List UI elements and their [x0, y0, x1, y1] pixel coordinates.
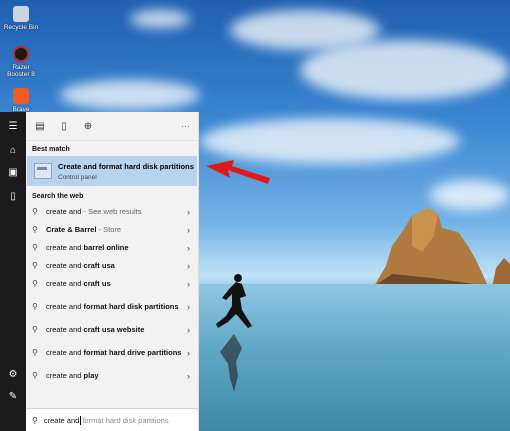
result-prefix: create and — [46, 261, 84, 270]
red-pointer-arrow-icon — [206, 160, 270, 184]
result-completion: format hard disk partitions — [83, 302, 179, 311]
settings-gear-icon[interactable]: ⚙ — [6, 368, 20, 382]
web-result-row[interactable]: ⚲ create and craft usa website › — [26, 321, 198, 339]
recycle-bin-icon — [13, 6, 29, 22]
web-result-row[interactable]: ⚲ Crate & Barrel - Store › — [26, 221, 198, 239]
brave-icon — [13, 88, 29, 104]
best-match-heading: Best match — [32, 146, 70, 153]
search-icon: ⚲ — [32, 279, 38, 288]
cloud — [130, 10, 190, 28]
desktop-icon-razer[interactable]: Razer Booster 8 — [2, 46, 40, 78]
result-prefix: create and — [46, 302, 84, 311]
runner-reflection — [220, 334, 242, 392]
result-prefix: create and — [46, 243, 84, 252]
more-options-button[interactable]: ··· — [181, 121, 190, 131]
result-completion: craft usa website — [83, 325, 145, 334]
search-icon: ⚲ — [32, 415, 38, 425]
result-completion: craft usa — [83, 261, 115, 270]
search-icon: ⚲ — [32, 225, 38, 234]
web-result-row[interactable]: ⚲ create and format hard drive partition… — [26, 339, 198, 367]
result-completion: craft us — [83, 279, 111, 288]
desktop-icon-recycle-bin[interactable]: Recycle Bin — [2, 6, 40, 31]
phone-icon[interactable]: ▯ — [6, 190, 20, 204]
result-prefix: create and — [46, 325, 84, 334]
result-suffix: - Store — [96, 225, 122, 234]
search-icon: ⚲ — [32, 243, 38, 252]
search-panel-toolbar: ▤ ▯ ⊕ ··· — [26, 112, 198, 141]
chevron-right-icon: › — [187, 302, 190, 312]
chevron-right-icon: › — [187, 243, 190, 253]
desktop-icon-label: Razer Booster 8 — [7, 64, 35, 78]
search-icon: ⚲ — [32, 371, 38, 380]
search-icon: ⚲ — [32, 302, 38, 311]
result-prefix: create and — [46, 371, 84, 380]
sea-stack-rock — [374, 208, 488, 286]
chevron-right-icon: › — [187, 261, 190, 271]
feedback-icon[interactable]: ✎ — [6, 390, 20, 404]
search-web-heading: Search the web — [32, 193, 84, 200]
web-result-row[interactable]: ⚲ create and craft usa › — [26, 257, 198, 275]
result-completion: format hard drive partitions — [83, 348, 182, 357]
chevron-right-icon: › — [187, 279, 190, 289]
cloud — [300, 40, 510, 100]
search-autocomplete-suggestion: format hard disk partitions — [82, 415, 169, 425]
chevron-right-icon: › — [187, 371, 190, 381]
apps-icon[interactable]: ▤ — [32, 118, 48, 134]
web-globe-icon[interactable]: ⊕ — [80, 118, 96, 134]
desktop-icon-brave[interactable]: Brave — [2, 88, 40, 113]
search-icon: ⚲ — [32, 325, 38, 334]
search-icon: ⚲ — [32, 348, 38, 357]
start-sidebar: ☰ ⌂ ▣ ▯ ⚙ ✎ — [0, 112, 26, 431]
result-completion: barrel online — [83, 243, 129, 252]
runner-silhouette — [216, 274, 252, 328]
result-completion: play — [83, 371, 99, 380]
chevron-right-icon: › — [187, 348, 190, 358]
best-match-subtitle: Control panel — [58, 173, 97, 181]
best-match-title: Create and format hard disk partitions — [58, 161, 194, 171]
web-result-row[interactable]: ⚲ create and craft us › — [26, 275, 198, 293]
result-prefix: create and — [46, 279, 84, 288]
web-result-row[interactable]: ⚲ create and format hard disk partitions… — [26, 293, 198, 321]
result-suffix: - See web results — [81, 207, 142, 216]
search-icon: ⚲ — [32, 261, 38, 270]
home-icon[interactable]: ⌂ — [6, 144, 20, 158]
search-input-value[interactable]: create and — [44, 416, 79, 425]
search-results-panel: ▤ ▯ ⊕ ··· Best match Create and format h… — [26, 112, 199, 431]
document-icon[interactable]: ▯ — [56, 118, 72, 134]
search-icon: ⚲ — [32, 207, 38, 216]
razer-icon — [13, 46, 29, 62]
chevron-right-icon: › — [187, 225, 190, 235]
documents-icon[interactable]: ▣ — [6, 166, 20, 180]
best-match-result[interactable]: Create and format hard disk partitions C… — [27, 156, 197, 186]
cloud — [60, 80, 200, 110]
search-box[interactable]: ⚲ create and format hard disk partitions — [26, 408, 198, 431]
chevron-right-icon: › — [187, 207, 190, 217]
web-result-row[interactable]: ⚲ create and play › — [26, 367, 198, 385]
text-caret — [80, 415, 82, 425]
disk-partition-icon — [34, 163, 52, 179]
result-query: Crate & Barrel — [46, 225, 97, 234]
result-query: create and — [46, 207, 82, 216]
result-prefix: create and — [46, 348, 84, 357]
web-result-row[interactable]: ⚲ create and - See web results › — [26, 203, 198, 221]
hamburger-menu-icon[interactable]: ☰ — [6, 120, 20, 134]
desktop-icon-label: Recycle Bin — [3, 24, 39, 31]
chevron-right-icon: › — [187, 325, 190, 335]
web-result-row[interactable]: ⚲ create and barrel online › — [26, 239, 198, 257]
